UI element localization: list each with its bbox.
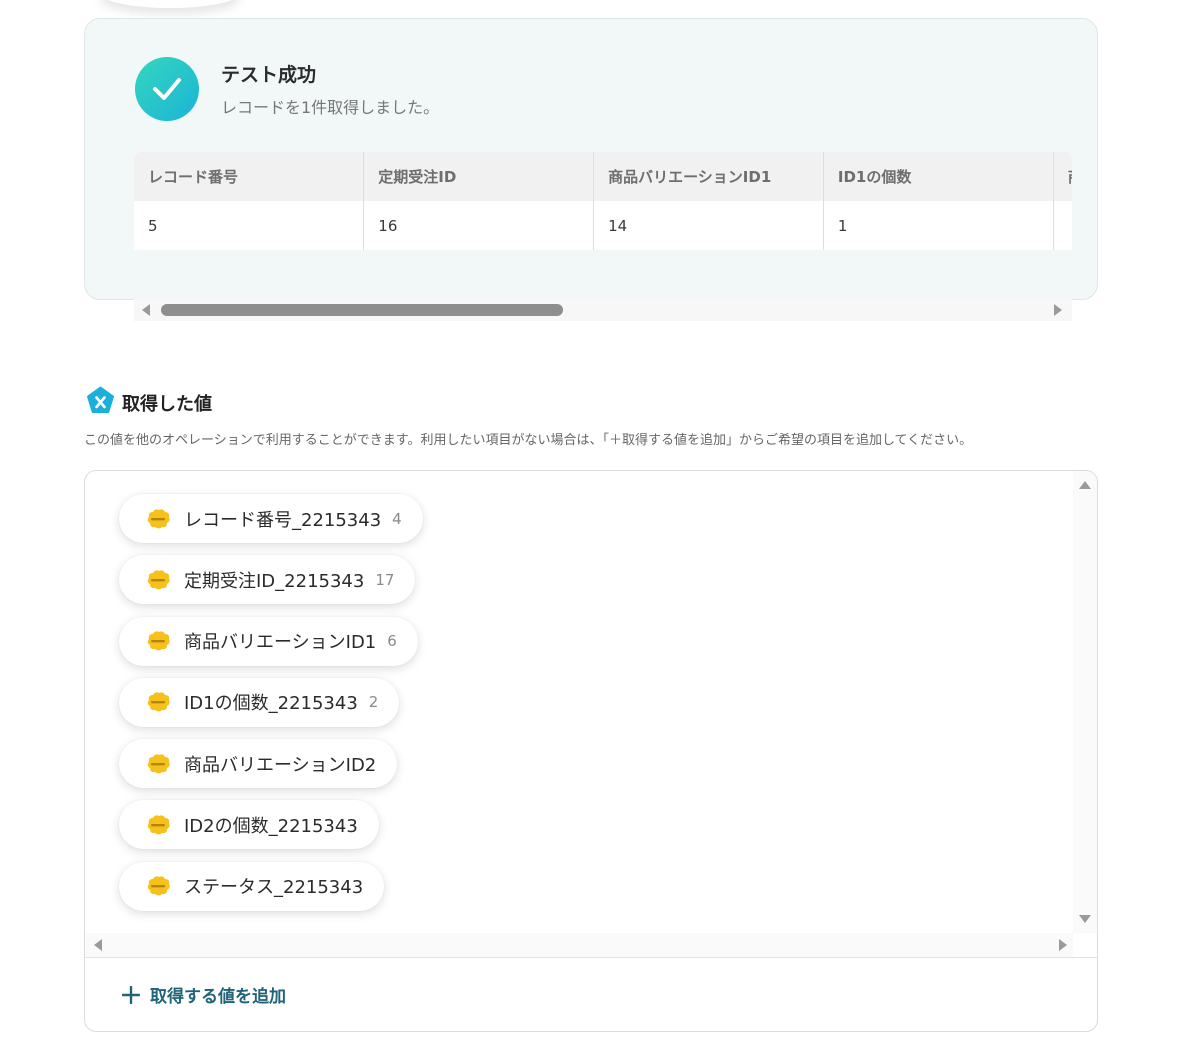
plus-icon [122,985,140,1004]
kintone-icon [147,570,170,590]
kintone-icon [147,876,170,896]
value-chip-label: 商品バリエーションID1 [184,632,377,654]
add-value-button[interactable]: 取得する値を追加 [122,982,286,1007]
table-cell [1053,201,1072,250]
value-chip-label: ID1の個数_2215343 [184,693,358,715]
column-header: 商品バリエーションID1 [593,152,824,201]
value-chip[interactable]: 定期受注ID_2215343 17 [119,555,416,605]
kintone-icon [147,815,170,835]
scroll-right-arrow-icon[interactable] [1059,939,1067,951]
kintone-icon [147,631,170,651]
value-chip[interactable]: ステータス_2215343 [119,861,385,911]
value-chip[interactable]: ID1の個数_2215343 2 [119,677,400,727]
kintone-icon [147,692,170,712]
values-horizontal-scrollbar[interactable] [85,933,1073,957]
table-horizontal-scrollbar[interactable] [134,299,1072,321]
table-cell: 14 [593,201,824,250]
column-header: ID1の個数 [823,152,1054,201]
value-chip-label: 商品バリエーションID2 [184,754,377,776]
value-chip[interactable]: 商品バリエーションID1 6 [119,616,418,666]
kintone-icon [147,754,170,774]
column-header: 定期受注ID [363,152,595,201]
value-chip-label: レコード番号_2215343 [184,509,382,531]
scroll-up-arrow-icon[interactable] [1079,481,1091,489]
value-chip[interactable]: 商品バリエーションID2 [119,739,398,789]
scrollbar-thumb[interactable] [161,304,563,316]
value-chip[interactable]: レコード番号_2215343 4 [119,494,423,543]
success-check-icon [135,57,199,121]
acquired-values-title: 取得した値 [122,394,212,415]
scroll-down-arrow-icon[interactable] [1079,915,1091,923]
value-chip-label: ステータス_2215343 [184,877,364,899]
values-vertical-scrollbar[interactable] [1073,471,1097,933]
table-cell: 1 [823,201,1054,250]
table-cell: 16 [363,201,595,250]
acquired-values-panel: レコード番号_2215343 4 定期受注ID_2215343 17 商品バリエーション… [84,470,1098,1032]
record-table-viewport: レコード番号 定期受注ID 商品バリエーションID1 ID1の個数 商 5 16… [134,152,1072,250]
scroll-right-arrow-icon[interactable] [1054,304,1062,316]
table-header-row: レコード番号 定期受注ID 商品バリエーションID1 ID1の個数 商 [134,152,1072,201]
acquired-values-description: この値を他のオペレーションで利用することができます。利用したい項目がない場合は、… [84,433,973,448]
table-row: 5 16 14 1 [134,201,1072,250]
column-header: レコード番号 [134,152,365,201]
acquired-values-list: レコード番号_2215343 4 定期受注ID_2215343 17 商品バリエーション… [119,494,423,923]
value-chip-label: 定期受注ID_2215343 [184,570,365,592]
result-message: レコードを1件取得しました。 [221,98,440,117]
table-cell: 5 [134,201,365,250]
value-chip-sample: 6 [387,632,397,651]
result-title: テスト成功 [221,64,317,86]
record-table: レコード番号 定期受注ID 商品バリエーションID1 ID1の個数 商 5 16… [134,152,1072,250]
scroll-left-arrow-icon[interactable] [94,939,102,951]
kintone-icon [147,508,170,528]
column-header: 商 [1053,152,1072,201]
value-chip-label: ID2の個数_2215343 [184,815,358,837]
value-chip-sample: 4 [392,509,402,528]
add-value-label: 取得する値を追加 [150,987,286,1007]
value-chip-sample: 2 [368,693,379,712]
scroll-left-arrow-icon[interactable] [142,304,150,316]
variable-x-icon [87,386,114,413]
values-panel-footer: 取得する値を追加 [85,957,1097,1031]
value-chip-sample: 17 [375,570,395,589]
value-chip[interactable]: ID2の個数_2215343 [119,800,379,850]
previous-card-shadow [100,0,240,8]
